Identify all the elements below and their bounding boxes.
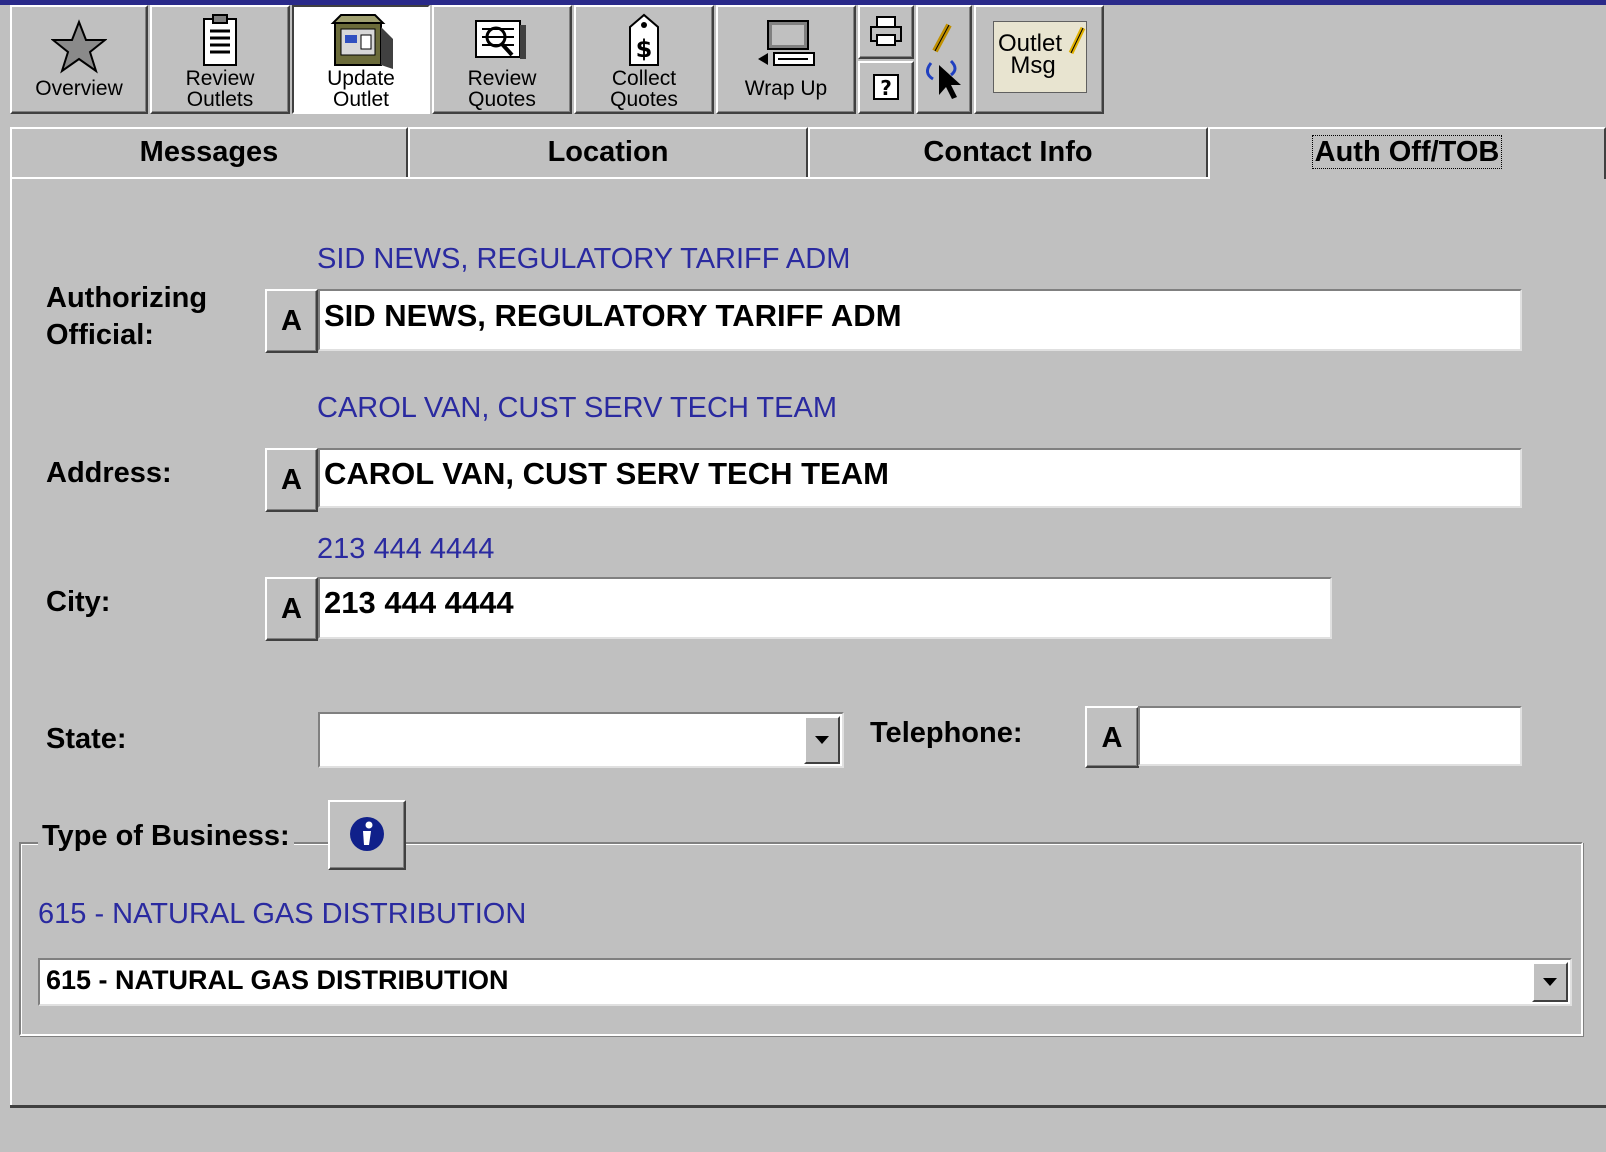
overview-label: Overview (35, 77, 123, 100)
question-mark-icon: ? (860, 72, 912, 102)
authorizing-official-label-2: Official: (46, 319, 154, 351)
pencil-icon (1068, 25, 1086, 62)
review-quotes-button[interactable]: Review Quotes (432, 5, 572, 114)
tab-location[interactable]: Location (408, 127, 808, 177)
pencil-pointer-icon (918, 21, 970, 101)
tab-messages[interactable]: Messages (10, 127, 408, 177)
review-quotes-label-1: Review (467, 67, 537, 90)
price-tag-icon: $ (576, 13, 712, 69)
collect-quotes-label-2: Quotes (610, 88, 678, 111)
update-outlet-button[interactable]: Update Outlet (292, 5, 430, 114)
update-outlet-label-2: Outlet (332, 88, 390, 111)
authorizing-official-input[interactable]: SID NEWS, REGULATORY TARIFF ADM (318, 289, 1522, 351)
telephone-accept-button[interactable]: A (1085, 706, 1139, 768)
city-label: City: (46, 586, 111, 618)
tab-contact-info-label: Contact Info (923, 136, 1093, 168)
address-previous: CAROL VAN, CUST SERV TECH TEAM (317, 392, 837, 424)
star-icon (12, 19, 146, 75)
review-outlets-label-1: Review (185, 67, 255, 90)
clipboard-icon (152, 13, 288, 69)
city-input[interactable]: 213 444 4444 (318, 577, 1332, 639)
store-icon (294, 13, 428, 71)
type-of-business-select-value: 615 - NATURAL GAS DISTRIBUTION (46, 965, 509, 995)
city-previous: 213 444 4444 (317, 533, 495, 565)
state-select[interactable] (318, 712, 844, 768)
address-input[interactable]: CAROL VAN, CUST SERV TECH TEAM (318, 448, 1522, 508)
authorizing-official-accept-button[interactable]: A (265, 289, 318, 353)
update-outlet-label-1: Update (327, 67, 395, 90)
svg-text:?: ? (880, 76, 892, 100)
tab-panel-bottom-border (10, 1105, 1606, 1108)
collect-quotes-button[interactable]: $ Collect Quotes (574, 5, 714, 114)
type-of-business-dropdown-button[interactable] (1532, 962, 1568, 1002)
address-accept-button[interactable]: A (265, 448, 318, 512)
state-dropdown-button[interactable] (804, 716, 840, 764)
type-of-business-select[interactable]: 615 - NATURAL GAS DISTRIBUTION (38, 958, 1572, 1006)
tab-messages-label: Messages (139, 136, 279, 168)
review-outlets-button[interactable]: Review Outlets (150, 5, 290, 114)
tab-contact-info[interactable]: Contact Info (808, 127, 1208, 177)
printer-icon (860, 15, 912, 47)
address-label: Address: (46, 457, 172, 489)
chevron-down-icon (815, 736, 829, 744)
print-button[interactable] (858, 5, 914, 59)
authorizing-official-label-1: Authorizing (46, 282, 208, 314)
edit-pointer-button[interactable] (916, 5, 972, 114)
collect-quotes-label-1: Collect (611, 67, 677, 90)
type-of-business-label: Type of Business: (38, 818, 294, 854)
overview-button[interactable]: Overview (10, 5, 148, 114)
review-quotes-label-2: Quotes (468, 88, 536, 111)
wrap-up-button[interactable]: Wrap Up (716, 5, 856, 114)
type-of-business-info-button[interactable] (328, 800, 406, 870)
svg-text:$: $ (636, 35, 653, 63)
outlet-msg-button[interactable]: Outlet Msg (974, 5, 1104, 114)
review-outlets-label-2: Outlets (186, 88, 254, 111)
state-label: State: (46, 723, 127, 755)
info-icon (350, 817, 384, 851)
computer-icon (718, 19, 854, 71)
tab-auth-off-tob[interactable]: Auth Off/TOB (1208, 127, 1606, 179)
telephone-label: Telephone: (870, 717, 1023, 749)
magnify-document-icon (434, 17, 570, 63)
tab-panel-left-border (10, 177, 12, 1107)
help-button[interactable]: ? (858, 61, 914, 114)
type-of-business-previous: 615 - NATURAL GAS DISTRIBUTION (38, 898, 527, 930)
wrap-up-label: Wrap Up (744, 77, 828, 100)
telephone-input[interactable] (1138, 706, 1522, 766)
type-of-business-group (19, 842, 1583, 1036)
tab-auth-off-tob-label: Auth Off/TOB (1311, 135, 1503, 169)
chevron-down-icon (1543, 978, 1557, 986)
authorizing-official-previous: SID NEWS, REGULATORY TARIFF ADM (317, 243, 851, 275)
tab-location-label: Location (547, 136, 669, 168)
city-accept-button[interactable]: A (265, 577, 318, 641)
